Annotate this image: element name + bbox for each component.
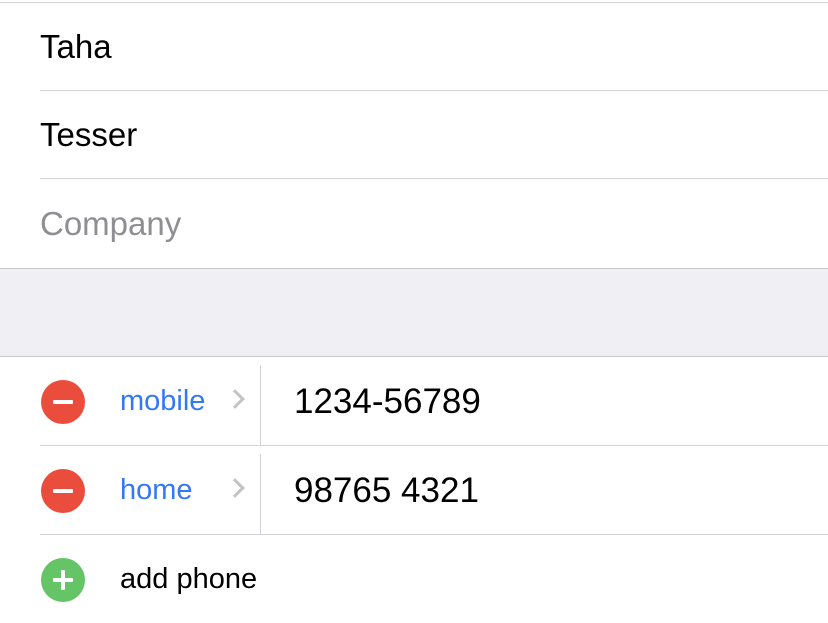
phone-number-input-mobile[interactable] [294,381,814,422]
last-name-row [40,91,828,179]
phone-label-mobile-button[interactable]: mobile [120,357,260,446]
company-row [40,180,828,268]
phone-label-text: home [120,474,193,506]
label-value-divider [260,365,261,446]
phone-label-text: mobile [120,385,206,417]
plus-circle-icon-vertical [61,570,65,590]
phone-label-home-button[interactable]: home [120,446,260,535]
first-name-field[interactable] [40,27,828,66]
remove-phone-mobile-button[interactable] [41,380,85,424]
phone-row-home: home [0,446,828,535]
contact-edit-form: mobile home add phone [0,0,828,623]
chevron-right-icon [225,389,245,409]
first-name-row [40,3,828,91]
chevron-right-icon [225,478,245,498]
phone-row-mobile: mobile [0,357,828,446]
section-separator [0,268,828,357]
add-phone-label[interactable]: add phone [120,535,257,623]
minus-circle-icon [53,489,73,493]
phone-number-input-home[interactable] [294,470,814,511]
remove-phone-home-button[interactable] [41,469,85,513]
phone-number-field-mobile[interactable] [294,357,814,446]
add-phone-button[interactable] [41,558,85,602]
last-name-field[interactable] [40,115,828,154]
phone-number-field-home[interactable] [294,446,814,535]
label-value-divider [260,454,261,535]
minus-circle-icon [53,400,73,404]
company-field[interactable] [40,205,828,243]
add-phone-row[interactable]: add phone [0,535,828,623]
